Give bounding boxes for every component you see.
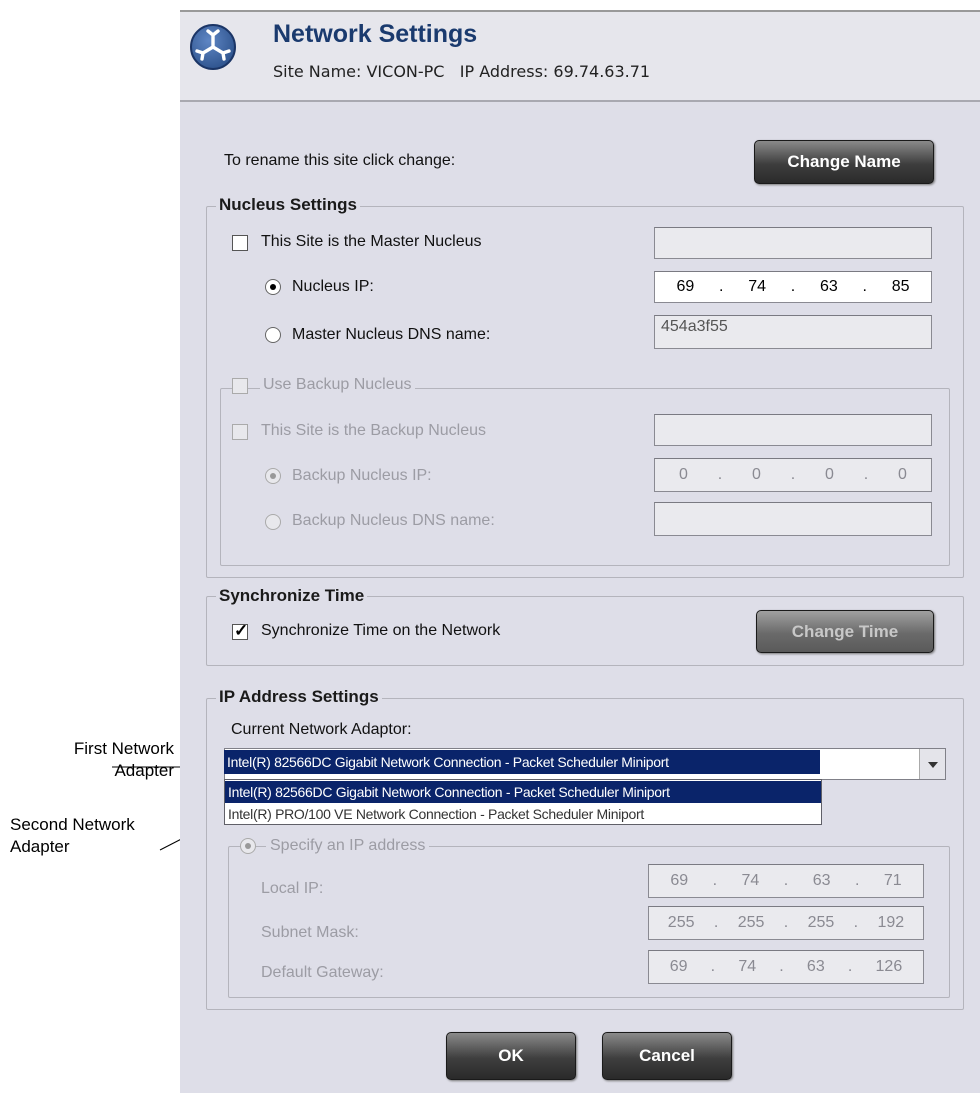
ip-settings-title: IP Address Settings <box>216 687 382 707</box>
ip-octet: 69 <box>669 958 688 975</box>
gateway-field[interactable]: 69. 74. 63. 126 <box>648 950 924 984</box>
backup-ip-field[interactable]: 0. 0. 0. 0 <box>654 458 932 492</box>
specify-ip-label: Specify an IP address <box>266 837 430 855</box>
subnet-field[interactable]: 255. 255. 255. 192 <box>648 906 924 940</box>
ip-octet: 0 <box>679 466 688 483</box>
backup-dns-label: Backup Nucleus DNS name: <box>292 512 495 529</box>
nucleus-ip-field[interactable]: 69. 74. 63. 85 <box>654 271 932 303</box>
ip-octet: 126 <box>875 958 903 975</box>
ip-octet: 69 <box>676 278 695 295</box>
ip-octet: 74 <box>741 872 760 889</box>
change-name-button[interactable]: Change Name <box>754 140 934 184</box>
subnet-label: Subnet Mask: <box>261 924 359 941</box>
adaptor-dropdown-list: Intel(R) 82566DC Gigabit Network Connect… <box>224 779 822 825</box>
nucleus-ip-label: Nucleus IP: <box>292 278 374 295</box>
use-backup-checkbox[interactable] <box>232 378 248 394</box>
dialog-title: Network Settings <box>273 20 478 48</box>
ip-octet: 63 <box>812 872 831 889</box>
site-info: Site Name: VICON-PC IP Address: 69.74.63… <box>273 62 651 81</box>
ip-octet: 74 <box>748 278 767 295</box>
ip-octet: 255 <box>807 914 835 931</box>
backup-ip-label: Backup Nucleus IP: <box>292 467 432 484</box>
ok-button[interactable]: OK <box>446 1032 576 1080</box>
master-nucleus-field[interactable] <box>654 227 932 259</box>
ip-octet: 192 <box>877 914 905 931</box>
ip-octet: 0 <box>898 466 907 483</box>
chevron-down-icon[interactable] <box>919 749 945 779</box>
annotation-text: Adapter <box>10 837 70 856</box>
second-adapter-annotation: Second Network Adapter <box>10 814 135 858</box>
use-backup-label: Use Backup Nucleus <box>260 376 415 394</box>
radio-dot <box>270 473 276 479</box>
first-adapter-annotation: First Network Adapter <box>40 738 174 782</box>
master-dns-label: Master Nucleus DNS name: <box>292 326 491 343</box>
rename-label: To rename this site click change: <box>224 152 456 169</box>
radio-dot <box>270 284 276 290</box>
master-dns-radio[interactable] <box>265 327 281 343</box>
adaptor-label: Current Network Adaptor: <box>231 721 412 738</box>
adaptor-option-1[interactable]: Intel(R) 82566DC Gigabit Network Connect… <box>225 781 821 803</box>
ip-octet: 74 <box>738 958 757 975</box>
master-dns-field[interactable]: 454a3f55 <box>654 315 932 349</box>
ip-octet: 0 <box>825 466 834 483</box>
ip-octet: 69 <box>670 872 689 889</box>
backup-ip-radio[interactable] <box>265 468 281 484</box>
gateway-label: Default Gateway: <box>261 964 384 981</box>
sync-time-label: Synchronize Time on the Network <box>261 622 501 639</box>
network-settings-dialog: Network Settings Site Name: VICON-PC IP … <box>180 10 980 1093</box>
ip-octet: 0 <box>752 466 761 483</box>
adaptor-select-value: Intel(R) 82566DC Gigabit Network Connect… <box>224 750 820 774</box>
specify-ip-radio[interactable] <box>240 838 256 854</box>
backup-dns-radio[interactable] <box>265 514 281 530</box>
local-ip-label: Local IP: <box>261 880 324 897</box>
annotation-text: Adapter <box>114 761 174 780</box>
backup-dns-field[interactable] <box>654 502 932 536</box>
vicon-logo-icon <box>190 24 236 70</box>
sync-time-title: Synchronize Time <box>216 586 368 606</box>
local-ip-field[interactable]: 69. 74. 63. 71 <box>648 864 924 898</box>
nucleus-ip-radio[interactable] <box>265 279 281 295</box>
nucleus-settings-title: Nucleus Settings <box>216 195 360 215</box>
ip-octet: 255 <box>737 914 765 931</box>
ip-octet: 63 <box>806 958 825 975</box>
annotation-text: First Network <box>73 739 174 758</box>
cancel-button[interactable]: Cancel <box>602 1032 732 1080</box>
ip-octet: 255 <box>667 914 695 931</box>
master-nucleus-label: This Site is the Master Nucleus <box>261 233 482 250</box>
adaptor-option-2[interactable]: Intel(R) PRO/100 VE Network Connection -… <box>225 804 821 824</box>
ip-octet: 85 <box>891 278 910 295</box>
master-nucleus-checkbox[interactable] <box>232 235 248 251</box>
ip-octet: 71 <box>883 872 902 889</box>
dialog-header: Network Settings Site Name: VICON-PC IP … <box>180 10 980 102</box>
backup-site-field[interactable] <box>654 414 932 446</box>
backup-site-label: This Site is the Backup Nucleus <box>261 422 486 439</box>
backup-site-checkbox[interactable] <box>232 424 248 440</box>
ip-octet: 63 <box>819 278 838 295</box>
sync-time-checkbox[interactable]: ✓ <box>232 621 249 640</box>
radio-dot <box>245 843 251 849</box>
change-time-button[interactable]: Change Time <box>756 610 934 653</box>
annotation-text: Second Network <box>10 815 135 834</box>
checkmark-icon: ✓ <box>234 621 249 640</box>
